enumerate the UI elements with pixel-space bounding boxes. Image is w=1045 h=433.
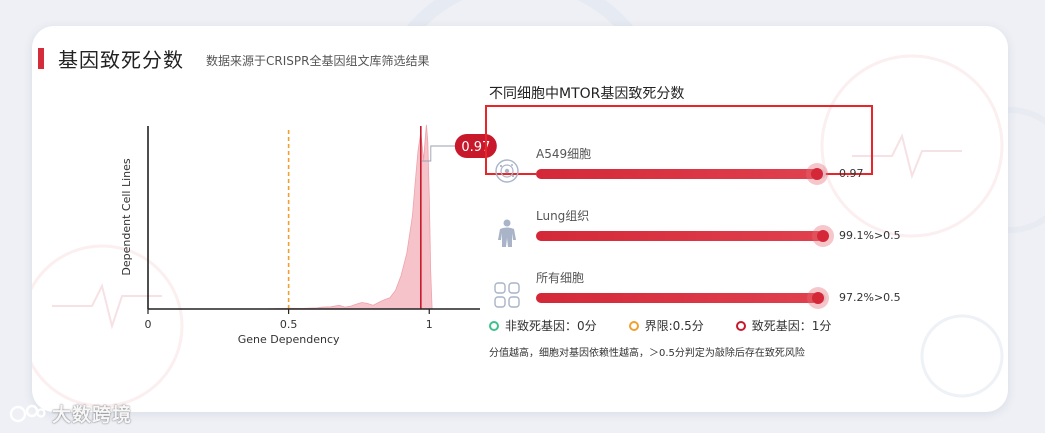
- row-label: A549细胞: [536, 147, 592, 161]
- progress-fill: [536, 293, 818, 303]
- legend-dot-icon: [628, 320, 639, 331]
- watermark-logo-icon: [9, 404, 46, 422]
- legend-dot-icon: [489, 320, 499, 331]
- chart-svg: 0.970 0.5 1Gene DependencyDependent Cell L…: [120, 124, 497, 346]
- legend-item-non-lethal: 非致死基因：0分: [489, 317, 597, 334]
- progress-track: [536, 225, 835, 247]
- x-tick-label: 0.5: [280, 318, 298, 331]
- legend-label: 非致死基因：0分: [505, 319, 597, 333]
- dependency-chart: 0.97 0 0.5 1 Gene Dependency Dependent Cell L…: [74, 92, 497, 346]
- row-value: 0.97: [839, 167, 864, 180]
- cell-icon: [489, 153, 525, 189]
- row-value: 97.2%>0.5: [839, 291, 901, 304]
- legend-item-threshold: 界限:0.5分: [628, 317, 704, 334]
- legend-item-lethal: 致死基因：1分: [735, 317, 832, 334]
- x-tick-label: 0: [145, 318, 152, 331]
- watermark-text: 大数跨境: [52, 404, 133, 426]
- section-header: 基因致死分数 数据来源于CRISPR全基因组文库筛选结果: [38, 44, 429, 73]
- legend-note: 分值越高，细胞对基因依赖性越高，＞0.5分判定为敲除后存在致死风险: [489, 348, 805, 359]
- progress-knob: [806, 287, 829, 309]
- progress-knob: [812, 225, 835, 247]
- row-lung: Lung组织 99.1%>0.5: [489, 195, 909, 255]
- row-value: 99.1%>0.5: [839, 229, 901, 242]
- x-axis-label: Gene Dependency: [238, 333, 340, 346]
- progress-knob: [806, 163, 829, 185]
- y-axis-label: Dependent Cell Lines: [120, 158, 133, 275]
- panel-title: 不同细胞中MTOR基因致死分数: [489, 86, 685, 102]
- page-subtitle: 数据来源于CRISPR全基因组文库筛选结果: [206, 54, 430, 68]
- row-label: Lung组织: [536, 209, 590, 223]
- human-body-icon: [489, 215, 525, 251]
- row-label: 所有细胞: [536, 271, 585, 285]
- watermark: 大数跨境: [8, 400, 132, 427]
- progress-track: [536, 287, 829, 309]
- page-title: 基因致死分数: [58, 48, 184, 72]
- header-accent-bar: [38, 48, 44, 69]
- legend-label: 致死基因：1分: [751, 319, 832, 333]
- x-tick-label: 1: [426, 318, 433, 331]
- legend: 非致死基因：0分 界限:0.5分 致死基因：1分: [489, 317, 863, 334]
- legend-dot-icon: [735, 320, 746, 331]
- density-area: [260, 124, 433, 310]
- row-all-cells: 所有细胞 97.2%>0.5: [489, 257, 909, 317]
- grid-cells-icon: [489, 277, 525, 313]
- row-a549: A549细胞 0.97: [489, 133, 909, 193]
- legend-label: 界限:0.5分: [644, 319, 704, 333]
- progress-fill: [536, 231, 824, 241]
- progress-track: [536, 163, 829, 185]
- progress-fill: [536, 169, 818, 179]
